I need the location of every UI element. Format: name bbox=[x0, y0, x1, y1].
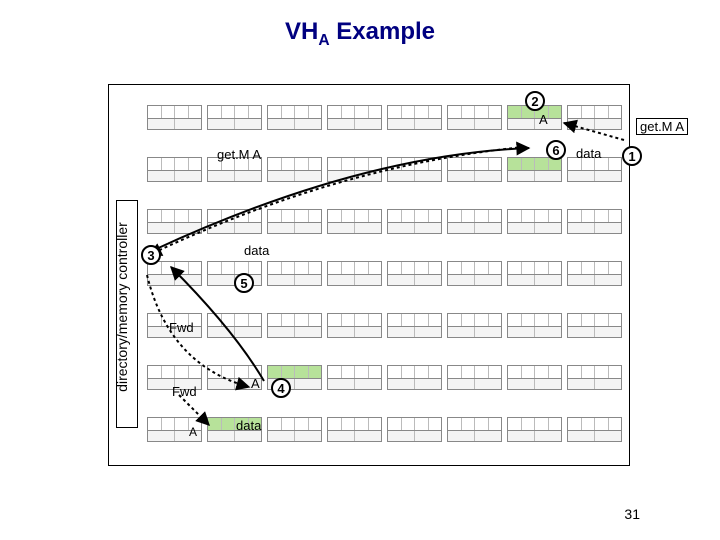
grid-node bbox=[267, 417, 322, 459]
grid-node bbox=[507, 157, 562, 199]
grid-node bbox=[327, 209, 382, 251]
grid-node bbox=[387, 313, 442, 355]
page-title: VHA Example bbox=[0, 18, 720, 50]
grid-node bbox=[147, 105, 202, 147]
grid-node bbox=[267, 157, 322, 199]
grid-node bbox=[207, 157, 262, 199]
grid-node bbox=[447, 313, 502, 355]
label-A-mid: A bbox=[251, 376, 260, 391]
grid-node bbox=[207, 105, 262, 147]
grid-node bbox=[447, 261, 502, 303]
step-2: 2 bbox=[525, 91, 545, 111]
grid-node bbox=[147, 157, 202, 199]
grid-node bbox=[507, 209, 562, 251]
label-data-bottom: data bbox=[236, 418, 261, 433]
grid-node bbox=[387, 365, 442, 407]
grid-node bbox=[567, 417, 622, 459]
grid-node bbox=[507, 261, 562, 303]
grid-node bbox=[327, 157, 382, 199]
grid-node bbox=[327, 417, 382, 459]
grid-node bbox=[567, 209, 622, 251]
grid-node bbox=[447, 365, 502, 407]
grid-node bbox=[387, 417, 442, 459]
grid-node bbox=[387, 105, 442, 147]
step-4: 4 bbox=[271, 378, 291, 398]
grid-node bbox=[447, 157, 502, 199]
step-6: 6 bbox=[546, 140, 566, 160]
grid-node bbox=[507, 313, 562, 355]
grid-node bbox=[447, 105, 502, 147]
label-data-mid: data bbox=[244, 243, 269, 258]
grid-node bbox=[327, 313, 382, 355]
grid-node bbox=[507, 417, 562, 459]
grid-node bbox=[447, 417, 502, 459]
grid-node bbox=[387, 157, 442, 199]
grid-node bbox=[327, 365, 382, 407]
diagram-frame: directory/memory controller // defer — d… bbox=[108, 84, 630, 466]
grid-node bbox=[567, 261, 622, 303]
grid-node bbox=[267, 261, 322, 303]
grid-node bbox=[567, 105, 622, 147]
grid-node bbox=[567, 157, 622, 199]
grid-node bbox=[387, 261, 442, 303]
step-3: 3 bbox=[141, 245, 161, 265]
label-getMA-right: get.M A bbox=[636, 118, 688, 135]
grid-node bbox=[267, 105, 322, 147]
step-5: 5 bbox=[234, 273, 254, 293]
grid-node bbox=[267, 313, 322, 355]
label-A-top: A bbox=[539, 112, 548, 127]
grid-node bbox=[147, 261, 202, 303]
page-number: 31 bbox=[624, 506, 640, 522]
grid-node bbox=[387, 209, 442, 251]
grid-node bbox=[507, 365, 562, 407]
label-fwd-lower: Fwd bbox=[172, 384, 197, 399]
grid-node bbox=[267, 209, 322, 251]
label-A-bottom: A bbox=[189, 425, 197, 439]
grid-node bbox=[147, 209, 202, 251]
grid-node bbox=[327, 261, 382, 303]
label-fwd-upper: Fwd bbox=[169, 320, 194, 335]
grid-node bbox=[447, 209, 502, 251]
directory-controller-label: directory/memory controller bbox=[114, 194, 130, 420]
label-data-right: data bbox=[576, 146, 601, 161]
grid-node bbox=[207, 313, 262, 355]
grid-node bbox=[567, 365, 622, 407]
grid-node bbox=[567, 313, 622, 355]
grid-node bbox=[327, 105, 382, 147]
label-getMA-top: get.M A bbox=[217, 147, 261, 162]
step-1: 1 bbox=[622, 146, 642, 166]
